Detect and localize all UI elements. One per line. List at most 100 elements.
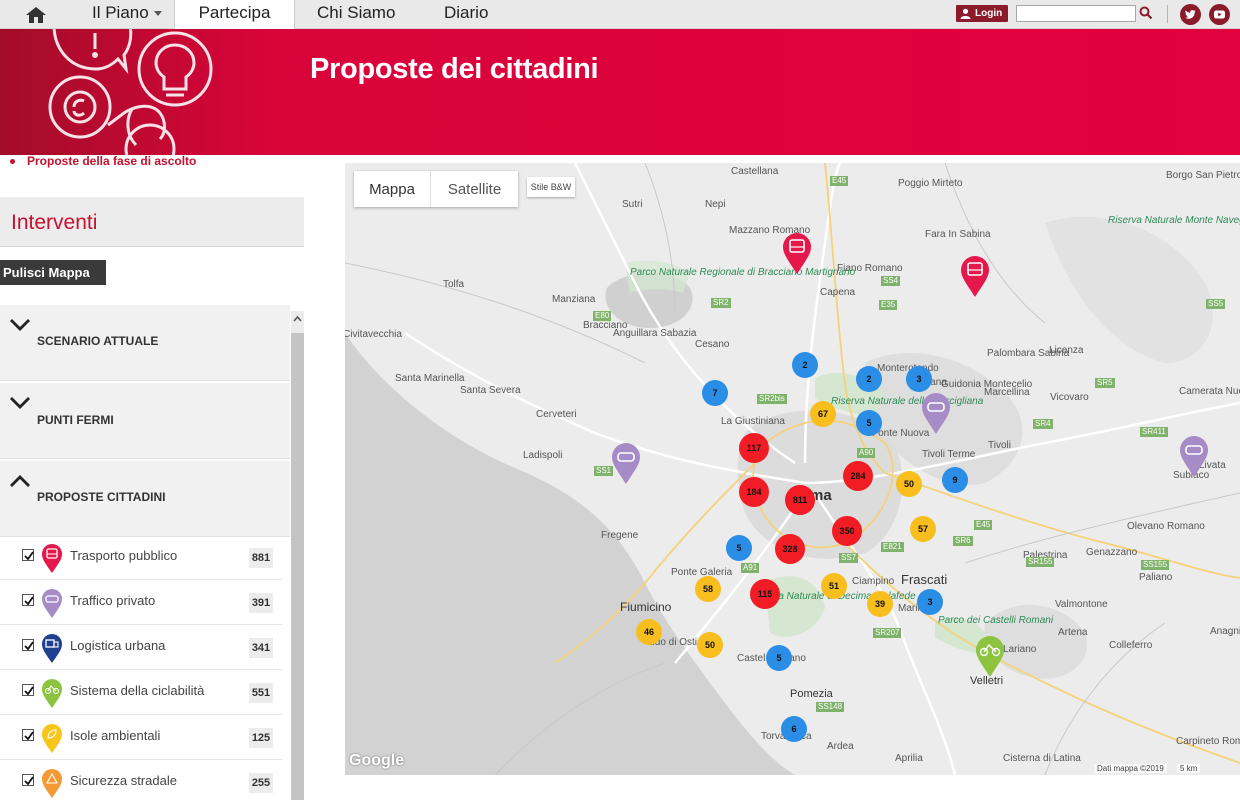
place-label: Ladispoli (523, 450, 563, 461)
car-pin-icon[interactable] (611, 443, 641, 485)
place-label: Capena (820, 287, 856, 298)
place-label: Genazzano (1086, 547, 1138, 558)
cluster-marker[interactable]: 9 (929, 454, 981, 506)
road-shield: SR4 (1033, 419, 1053, 429)
tab-diario[interactable]: Diario (444, 0, 504, 29)
cluster-marker[interactable]: 811 (772, 472, 828, 528)
cluster-marker[interactable]: 5 (713, 522, 765, 574)
category-count: 881 (249, 548, 273, 568)
place-label: Borgo San Pietro (1166, 170, 1240, 181)
cluster-marker[interactable]: 328 (762, 521, 818, 577)
tab-partecipa[interactable]: Partecipa (174, 0, 295, 30)
search-icon[interactable] (1139, 6, 1153, 25)
map-scale[interactable]: 5 km (1177, 764, 1201, 773)
road-shield: SR155 (1026, 557, 1055, 567)
map-attribution[interactable]: Dati mappa ©2019 (1094, 764, 1167, 773)
place-label: Sutri (622, 199, 643, 210)
chevron-down-icon (10, 319, 30, 331)
checkbox[interactable] (22, 729, 34, 741)
park-label: Parco Naturale Regionale di Bracciano Ma… (630, 267, 856, 278)
search-input[interactable] (1016, 5, 1136, 22)
place-label: Nepi (705, 199, 726, 210)
place-label: Fara In Sabina (925, 229, 991, 240)
category-traffico-privato[interactable]: Traffico privato 391 (0, 585, 282, 625)
map-type-satellite[interactable]: Satellite (431, 171, 518, 207)
warning-pin-icon (42, 769, 62, 798)
section-punti-fermi[interactable]: PUNTI FERMI (0, 383, 290, 459)
section-title: PUNTI FERMI (37, 413, 114, 427)
cluster-marker[interactable]: 3 (893, 353, 945, 405)
login-button[interactable]: Login (956, 5, 1008, 22)
road-shield: SR2 (711, 298, 731, 308)
cluster-marker[interactable]: 51 (808, 560, 860, 612)
category-isole-ambientali[interactable]: Isole ambientali 125 (0, 720, 282, 760)
road-shield: SS7 (839, 553, 859, 563)
cluster-marker[interactable]: 284 (830, 448, 886, 504)
sublink-proposte-ascolto[interactable]: Proposte della fase di ascolto (10, 154, 196, 168)
section-proposte-cittadini[interactable]: PROPOSTE CITTADINI (0, 461, 290, 537)
place-label: Valmontone (1055, 599, 1108, 610)
checkbox[interactable] (22, 774, 34, 786)
cluster-marker[interactable]: 50 (883, 458, 935, 510)
car-pin-icon[interactable] (921, 393, 951, 435)
bus-pin-icon[interactable] (782, 233, 812, 275)
road-shield: SR6 (953, 536, 973, 546)
category-logistica-urbana[interactable]: Logistica urbana 341 (0, 630, 282, 670)
cluster-marker[interactable]: 117 (726, 420, 782, 476)
checkbox[interactable] (22, 594, 34, 606)
road-shield: SR207 (873, 628, 902, 638)
category-label: Sistema della ciclabilità (70, 683, 205, 698)
cluster-marker[interactable]: 5 (753, 632, 805, 684)
map-type-mappa[interactable]: Mappa (354, 171, 431, 207)
category-label: Trasporto pubblico (70, 548, 178, 563)
category-trasporto-pubblico[interactable]: Trasporto pubblico 881 (0, 540, 282, 580)
section-scenario-attuale[interactable]: SCENARIO ATTUALE (0, 305, 290, 381)
map-view[interactable]: Castellana Poggio Mirteto Borgo San Piet… (345, 163, 1240, 775)
style-bw-button[interactable]: Stile B&W (527, 177, 575, 197)
cluster-marker[interactable]: 5 (843, 397, 895, 449)
chevron-down-icon (10, 397, 30, 409)
category-ciclabilita[interactable]: Sistema della ciclabilità 551 (0, 675, 282, 715)
cluster-marker[interactable]: 350 (819, 503, 875, 559)
tab-chi-siamo[interactable]: Chi Siamo (317, 0, 407, 29)
cluster-marker[interactable]: 50 (684, 619, 736, 671)
cluster-marker[interactable]: 46 (623, 606, 675, 658)
place-label: Poggio Mirteto (898, 178, 963, 189)
cluster-marker[interactable]: 3 (904, 576, 956, 628)
cluster-marker[interactable]: 57 (897, 503, 949, 555)
chevron-down-icon (153, 11, 162, 17)
cluster-marker[interactable]: 2 (779, 339, 831, 391)
cluster-marker[interactable]: 115 (737, 566, 793, 622)
category-label: Traffico privato (70, 593, 156, 608)
home-icon[interactable] (22, 4, 50, 26)
participation-illustration (48, 29, 213, 155)
cluster-marker[interactable]: 184 (726, 464, 782, 520)
cluster-marker[interactable]: 2 (843, 353, 895, 405)
car-pin-icon[interactable] (1179, 436, 1209, 478)
clear-map-button[interactable]: Pulisci Mappa (0, 260, 106, 285)
category-label: Logistica urbana (70, 638, 166, 653)
category-sicurezza-stradale[interactable]: Sicurezza stradale 255 (0, 765, 282, 800)
category-count: 341 (249, 638, 273, 658)
twitter-icon[interactable] (1180, 4, 1201, 25)
panel-title: Interventi (11, 211, 98, 234)
section-title: SCENARIO ATTUALE (37, 334, 159, 348)
cluster-marker[interactable]: 39 (854, 578, 906, 630)
cluster-marker[interactable]: 58 (682, 563, 734, 615)
checkbox[interactable] (22, 639, 34, 651)
bike-pin-icon[interactable] (975, 636, 1005, 678)
leaf-pin-icon (42, 724, 62, 753)
youtube-icon[interactable] (1209, 4, 1230, 25)
checkbox[interactable] (22, 549, 34, 561)
place-label: Anagni (1210, 626, 1240, 637)
tab-il-piano[interactable]: Il Piano (92, 0, 172, 29)
road-shield: A90 (857, 448, 876, 458)
road-shield: SR411 (1140, 427, 1168, 437)
cluster-marker[interactable]: 67 (797, 388, 849, 440)
section-title: PROPOSTE CITTADINI (37, 490, 166, 504)
bus-pin-icon[interactable] (960, 256, 990, 298)
cluster-marker[interactable]: 7 (689, 367, 741, 419)
checkbox[interactable] (22, 684, 34, 696)
cluster-marker[interactable]: 6 (768, 703, 820, 755)
park-label: Parco dei Castelli Romani (938, 615, 1054, 626)
